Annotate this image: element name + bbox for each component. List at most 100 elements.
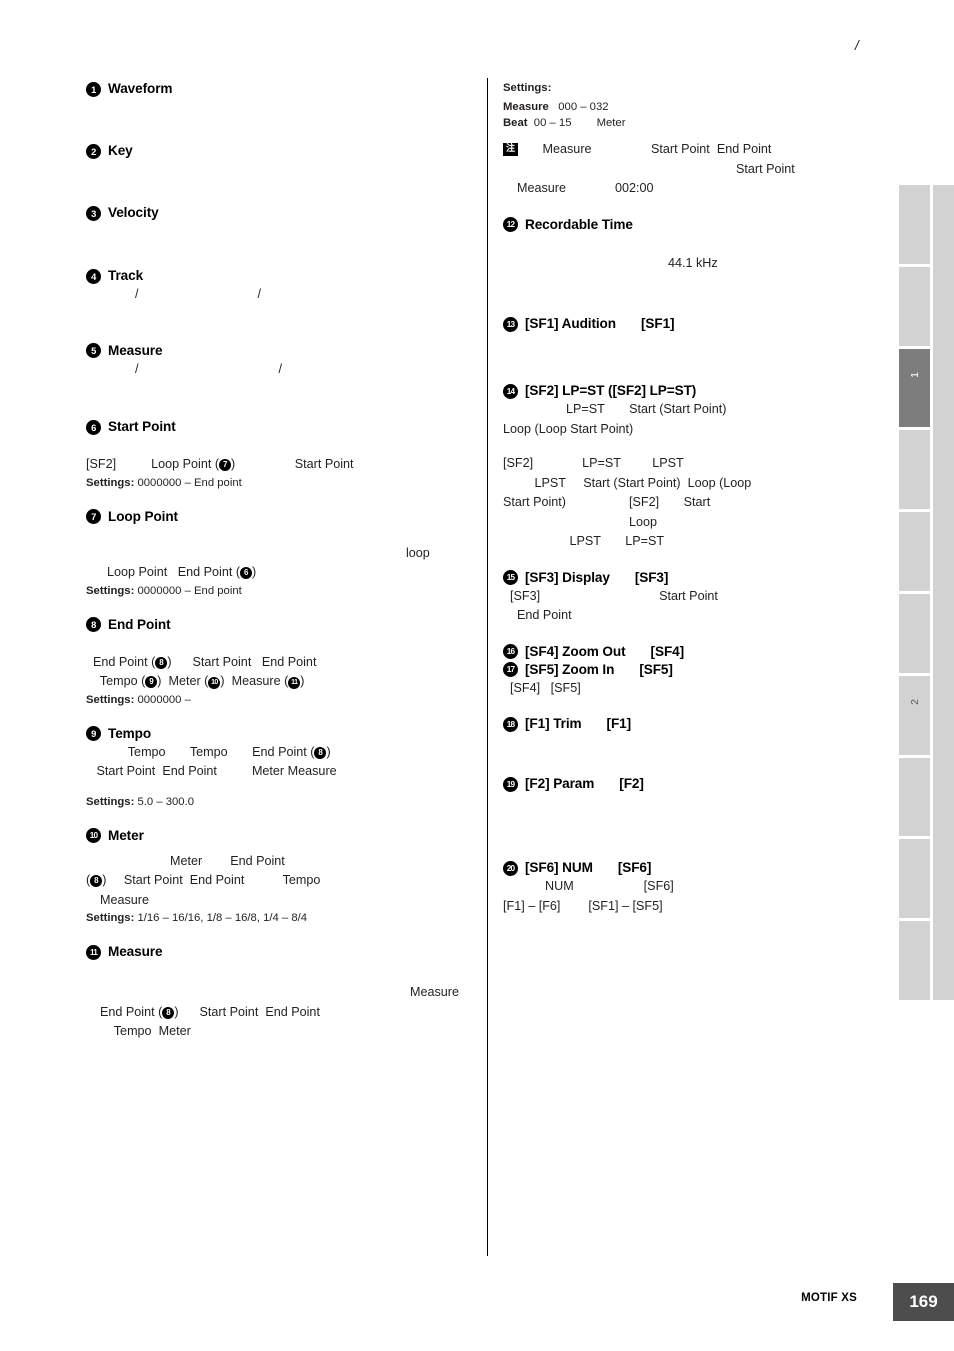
bullet-number: 9 — [86, 726, 101, 741]
f-key-range: [F1] – [F6] — [503, 898, 561, 913]
settings-line: Settings: 0000000 – End point — [86, 583, 478, 599]
tempo-text-1: Tempo — [127, 744, 166, 759]
sf2-key-ref: [SF2] — [628, 495, 660, 509]
lpst-text-2: LP=ST — [625, 534, 665, 548]
settings-measure-row: Measure 000 – 032 — [503, 99, 895, 115]
section-heading: 7 Loop Point — [86, 508, 478, 526]
section-sf5-zoom-in: 17 [SF5] Zoom In [SF5] [SF4] [SF5] — [503, 661, 895, 699]
right-column: Settings: Measure 000 – 032 Beat 00 – 15… — [503, 80, 895, 916]
section-heading: 11 Measure — [86, 943, 478, 961]
section-heading: 12 Recordable Time — [503, 216, 895, 234]
tab-section-8[interactable] — [899, 757, 930, 837]
sf-key-range: [SF1] – [SF5] — [588, 898, 663, 913]
end-point-text: End Point — [716, 142, 772, 156]
body-line: loop — [406, 545, 430, 560]
section-waveform: 1 Waveform — [86, 80, 478, 98]
body-line: (8) Start Point End Point Tempo — [86, 871, 478, 891]
paren-close: ) — [252, 565, 257, 579]
start-point-text: Start Point — [123, 873, 183, 887]
settings-value: 0000000 – — [137, 693, 191, 706]
meter-text: Meter — [251, 764, 285, 778]
body-line: LPST LP=ST — [503, 532, 895, 552]
section-title: Meter — [108, 827, 144, 843]
tab-section-5[interactable] — [899, 512, 930, 591]
ref-number: 8 — [314, 746, 327, 759]
vertical-tab-strip[interactable]: 12 — [899, 185, 930, 1000]
ref-number: 11 — [288, 677, 301, 689]
bullet-number: 19 — [503, 776, 518, 792]
settings-line: Settings: 0000000 – — [86, 692, 478, 708]
settings-header: Settings: — [503, 80, 895, 96]
paren-close: ) — [326, 744, 331, 759]
sf2-key-ref: [SF2] — [503, 456, 534, 470]
section-key: [SF1] — [640, 316, 675, 331]
tab-section-10[interactable] — [899, 921, 930, 1000]
bullet-number: 6 — [86, 419, 101, 435]
lpst-text: LP=ST — [565, 402, 605, 416]
lpst-text-2: LPST — [652, 456, 684, 470]
bullet-number: 8 — [86, 617, 101, 632]
section-heading: 6 Start Point — [86, 418, 478, 436]
bullet-number: 3 — [86, 205, 101, 221]
section-key: [F1] — [606, 716, 632, 731]
tab-label: 2 — [908, 698, 921, 705]
tab-section-7[interactable]: 2 — [899, 675, 930, 755]
meter-text: Meter — [158, 1024, 191, 1038]
section-heading: 15 [SF3] Display [SF3] — [503, 569, 895, 587]
start-point-text: Start Point — [96, 764, 156, 778]
num-text: NUM — [545, 879, 574, 893]
ref-number: 8 — [155, 656, 168, 669]
meter-text: Meter — [596, 117, 626, 129]
note-row-2: Start Point — [736, 161, 795, 176]
section-title: Measure — [108, 944, 163, 959]
body-line: [SF2] LP=ST LPST — [503, 454, 895, 474]
settings-line: Settings: 5.0 – 300.0 — [86, 794, 478, 810]
section-title: [SF6] NUM — [525, 860, 593, 875]
section-end-point: 8 End Point End Point (8) Start Point En… — [86, 616, 478, 708]
note-badge-icon: 注 — [503, 143, 519, 156]
section-title: Start Point — [108, 419, 176, 434]
paren-close: ) — [300, 674, 305, 688]
settings-value: 0000000 – End point — [137, 584, 242, 597]
start-point-text: Start Point — [651, 142, 710, 156]
section-heading: 17 [SF5] Zoom In [SF5] — [503, 661, 895, 679]
page-footer: MOTIF XS 169 — [0, 1283, 954, 1323]
beat-range: 00 – 15 — [533, 117, 572, 129]
section-title: [SF2] LP=ST ([SF2] LP=ST) — [525, 383, 697, 398]
tab-section-9[interactable] — [899, 839, 930, 919]
section-title: Measure — [108, 342, 163, 358]
end-point-text: End Point — [162, 764, 217, 778]
bullet-number: 2 — [86, 143, 101, 159]
body-line: Tempo Meter — [86, 1022, 478, 1042]
end-point-text: End Point ( — [177, 565, 241, 579]
end-point-text: End Point — [189, 873, 245, 887]
sf4-key-ref: [SF4] — [510, 680, 541, 695]
sf3-key-ref: [SF3] — [510, 588, 541, 603]
body-line: End Point (8) Start Point End Point — [86, 1003, 478, 1023]
section-title: Key — [108, 143, 133, 158]
body-line: [SF4] [SF5] — [503, 679, 895, 699]
tab-section-4[interactable] — [899, 430, 930, 510]
section-title: [SF4] Zoom Out — [525, 643, 626, 659]
start-point-text: Start Point — [294, 457, 354, 471]
bullet-number: 13 — [503, 316, 518, 332]
tab-section-2[interactable] — [899, 266, 930, 346]
start-point-text: Start Point — [659, 588, 718, 603]
bullet-number: 16 — [503, 644, 518, 659]
tab-section-1[interactable] — [899, 185, 930, 264]
section-heading: 5 Measure — [86, 342, 478, 360]
bullet-number: 18 — [503, 716, 518, 732]
settings-label: Settings: — [86, 795, 135, 808]
measure-label: Measure — [503, 101, 549, 113]
body-line: Meter End Point — [86, 852, 478, 872]
body-line: Measure — [410, 985, 459, 999]
body-line: / / — [86, 361, 282, 376]
section-loop-point: 7 Loop Point loop Loop Point End Point (… — [86, 508, 478, 599]
measure-value: 002:00 — [615, 181, 654, 195]
tab-section-3[interactable]: 1 — [899, 348, 930, 428]
section-title: [F2] Param — [525, 776, 595, 791]
section-title: Waveform — [108, 81, 173, 96]
settings-label: Settings: — [503, 82, 552, 94]
tab-section-6[interactable] — [899, 594, 930, 673]
left-column: 1 Waveform 2 Key 3 Velocity 4 Track / / … — [86, 80, 478, 1042]
